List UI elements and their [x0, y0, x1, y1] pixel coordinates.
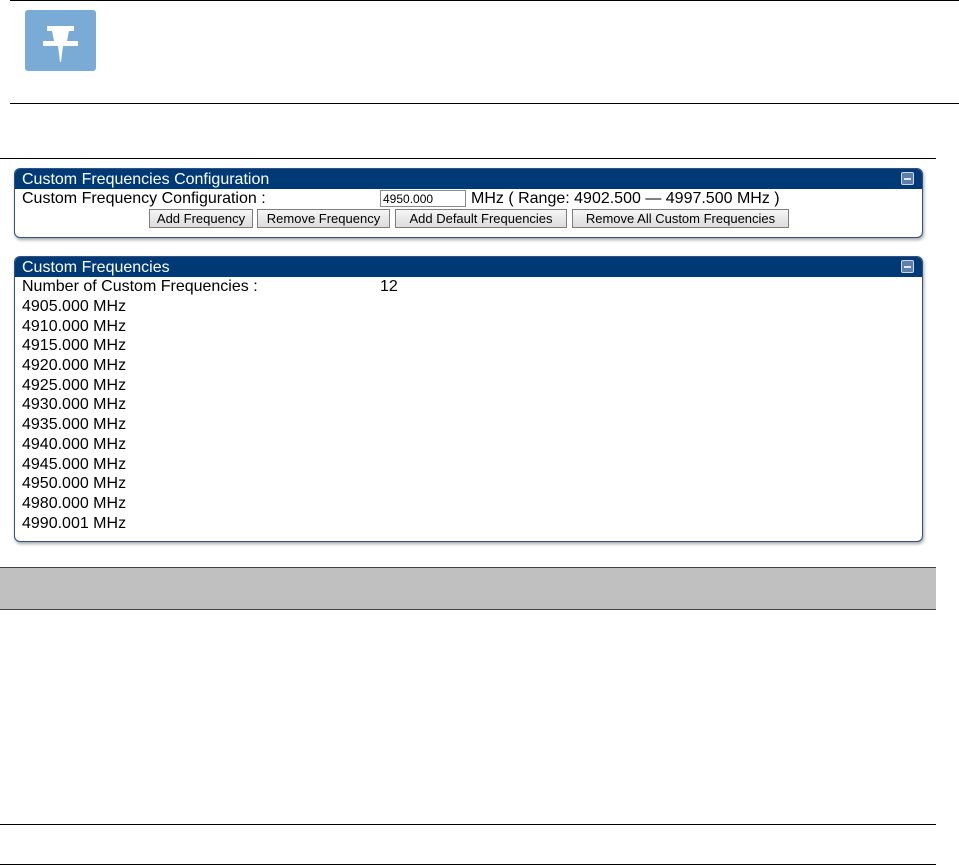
frequency-count-value: 12	[380, 278, 398, 295]
list-item: 4940.000 MHz	[22, 435, 127, 453]
list-item: 4950.000 MHz	[22, 475, 127, 493]
frequency-count-row: Number of Custom Frequencies : 12	[15, 277, 922, 297]
note-bottom-rule	[10, 103, 959, 104]
list-item: 4925.000 MHz	[22, 376, 127, 394]
note-top-rule	[10, 0, 959, 1]
list-item: 4935.000 MHz	[22, 416, 127, 434]
list-panel-title: Custom Frequencies	[22, 259, 170, 276]
config-button-row: Add Frequency Remove Frequency Add Defau…	[15, 208, 922, 229]
config-panel-header: Custom Frequencies Configuration	[15, 169, 922, 189]
table-rule-middle	[0, 824, 936, 825]
list-item: 4945.000 MHz	[22, 455, 127, 473]
collapse-icon[interactable]	[901, 260, 914, 273]
frequency-count-label: Number of Custom Frequencies :	[22, 278, 258, 295]
pin-icon	[25, 10, 96, 71]
config-panel-title: Custom Frequencies Configuration	[22, 171, 270, 188]
custom-frequencies-configuration-panel: Custom Frequencies Configuration Custom …	[14, 168, 923, 238]
remove-frequency-button[interactable]: Remove Frequency	[257, 209, 390, 228]
list-item: 4910.000 MHz	[22, 317, 127, 335]
frequency-range-text: MHz ( Range: 4902.500 — 4997.500 MHz )	[471, 190, 780, 207]
custom-frequencies-panel: Custom Frequencies Number of Custom Freq…	[14, 256, 923, 542]
list-item: 4905.000 MHz	[22, 298, 127, 315]
list-item: 4915.000 MHz	[22, 337, 127, 355]
custom-frequency-row: Custom Frequency Configuration : 4950.00…	[15, 189, 922, 208]
custom-frequency-input[interactable]: 4950.000	[380, 190, 466, 207]
list-item: 4920.000 MHz	[22, 357, 127, 375]
list-item: 4990.001 MHz	[22, 514, 127, 532]
list-panel-header: Custom Frequencies	[15, 257, 922, 277]
custom-frequency-label: Custom Frequency Configuration :	[22, 190, 266, 207]
table-header-band	[0, 567, 936, 610]
add-default-frequencies-button[interactable]: Add Default Frequencies	[395, 209, 567, 228]
list-item: 4930.000 MHz	[22, 396, 127, 414]
collapse-icon[interactable]	[901, 172, 914, 185]
figure-top-rule	[0, 158, 936, 159]
frequency-list: 4905.000 MHz 4910.000 MHz 4915.000 MHz 4…	[15, 297, 922, 533]
add-frequency-button[interactable]: Add Frequency	[149, 209, 253, 228]
remove-all-custom-frequencies-button[interactable]: Remove All Custom Frequencies	[572, 209, 789, 228]
list-item: 4980.000 MHz	[22, 494, 127, 512]
